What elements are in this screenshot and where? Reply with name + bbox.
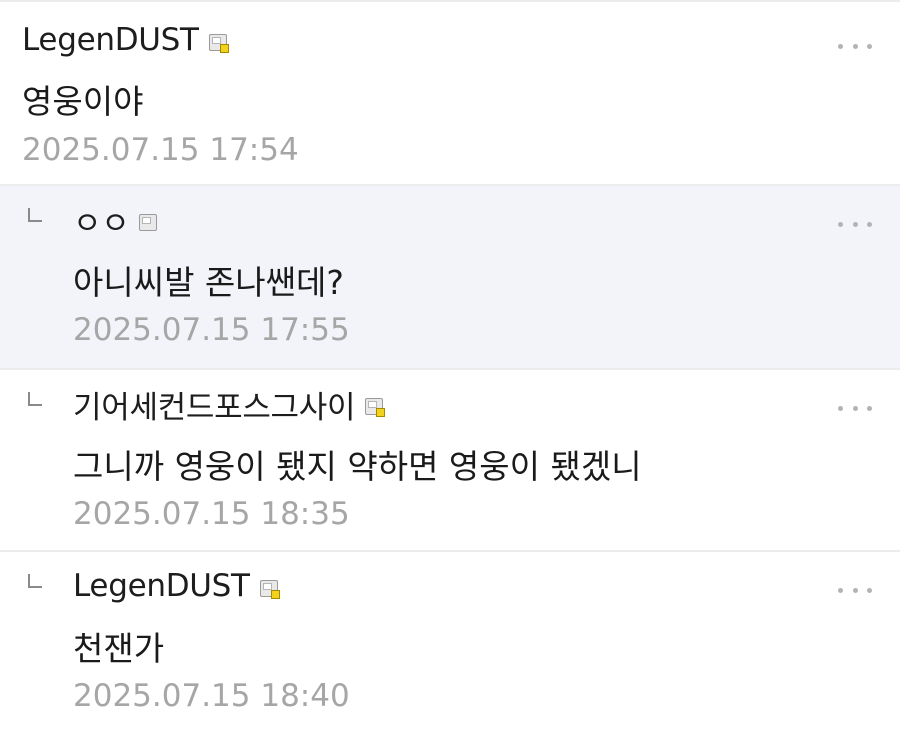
comment-item: LegenDUST 영웅이야 2025.07.15 17:54: [0, 0, 900, 186]
more-options-button[interactable]: [838, 36, 872, 56]
more-options-icon: [838, 43, 843, 49]
member-level-icon: [365, 397, 386, 417]
more-options-icon: [838, 587, 843, 593]
member-level-icon: [208, 33, 229, 53]
member-level-icon: [259, 579, 280, 599]
comment-timestamp: 2025.07.15 17:54: [22, 132, 299, 168]
comment-text: 천잰가: [73, 629, 165, 668]
comment-text: 영웅이야: [22, 82, 144, 121]
comment-timestamp: 2025.07.15 18:35: [73, 496, 350, 532]
comment-timestamp: 2025.07.15 17:55: [73, 312, 350, 348]
more-options-button[interactable]: [838, 580, 872, 600]
comment-text: 아니씨발 존나쌘데?: [73, 263, 344, 302]
reply-item: LegenDUST 천잰가 2025.07.15 18:40: [0, 552, 900, 731]
comment-author[interactable]: 기어세컨드포스그사이: [73, 382, 356, 427]
comment-author[interactable]: LegenDUST: [22, 22, 199, 58]
more-options-button[interactable]: [838, 398, 872, 418]
comment-header: LegenDUST: [73, 566, 280, 606]
reply-arrow-icon: [28, 392, 42, 406]
comment-timestamp: 2025.07.15 18:40: [73, 678, 350, 714]
comment-header: ㅇㅇ: [73, 198, 158, 243]
comment-header: 기어세컨드포스그사이: [73, 382, 386, 427]
reply-arrow-icon: [28, 574, 42, 588]
comment-header: LegenDUST: [22, 20, 229, 60]
reply-arrow-icon: [28, 208, 42, 222]
member-level-icon: [139, 213, 158, 231]
reply-item: 기어세컨드포스그사이 그니까 영웅이 됐지 약하면 영웅이 됐겠니 2025.0…: [0, 370, 900, 552]
comment-author[interactable]: ㅇㅇ: [73, 198, 130, 243]
comment-text: 그니까 영웅이 됐지 약하면 영웅이 됐겠니: [73, 447, 642, 486]
more-options-icon: [838, 405, 843, 411]
reply-item: ㅇㅇ 아니씨발 존나쌘데? 2025.07.15 17:55: [0, 186, 900, 370]
comment-thread: LegenDUST 영웅이야 2025.07.15 17:54 ㅇㅇ 아니씨발 …: [0, 0, 900, 731]
comment-author[interactable]: LegenDUST: [73, 568, 250, 604]
more-options-button[interactable]: [838, 214, 872, 234]
more-options-icon: [838, 221, 843, 227]
